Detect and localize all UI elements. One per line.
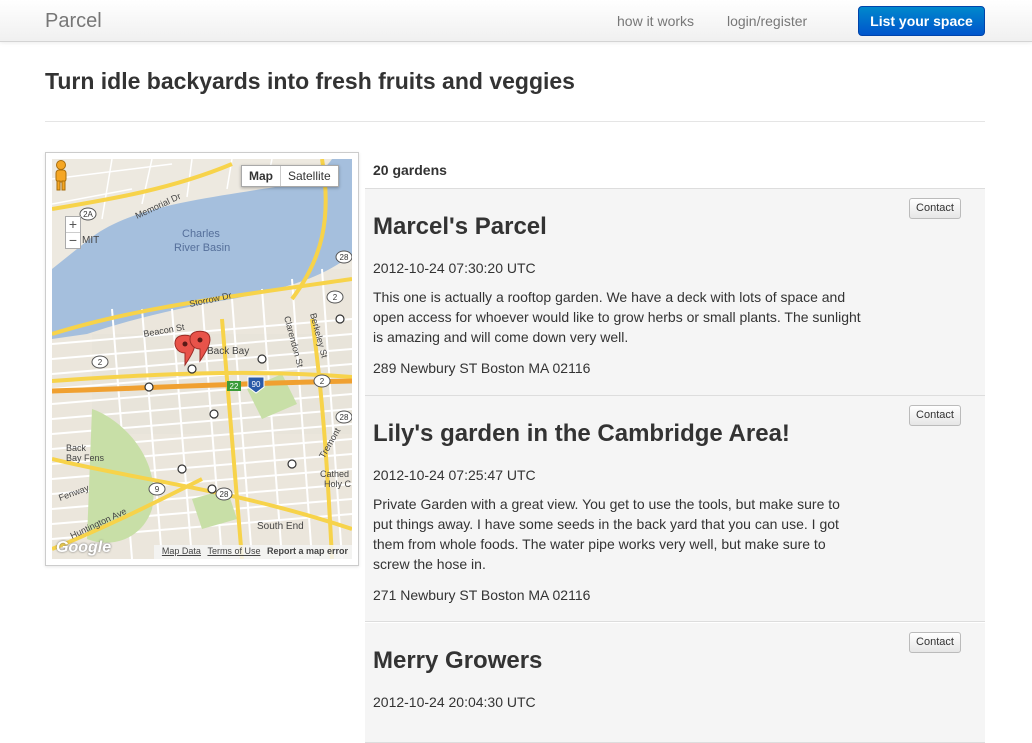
svg-text:28: 28 bbox=[220, 490, 229, 499]
zoom-out-button[interactable]: − bbox=[66, 233, 80, 248]
map-type-control: Map Satellite bbox=[241, 165, 339, 187]
garden-name[interactable]: Lily's garden in the Cambridge Area! bbox=[373, 420, 790, 448]
garden-card: Contact Merry Growers 2012-10-24 20:04:3… bbox=[365, 623, 985, 743]
map-data-link[interactable]: Map Data bbox=[162, 546, 201, 556]
svg-text:River Basin: River Basin bbox=[174, 242, 230, 254]
svg-text:22: 22 bbox=[230, 382, 239, 391]
svg-text:Holy C: Holy C bbox=[324, 479, 352, 489]
garden-address: 271 Newbury ST Boston MA 02116 bbox=[373, 587, 591, 603]
map-panel: Charles River Basin Memorial Dr Storrow … bbox=[45, 152, 359, 566]
garden-timestamp: 2012-10-24 07:30:20 UTC bbox=[373, 260, 536, 276]
garden-card: Contact Marcel's Parcel 2012-10-24 07:30… bbox=[365, 189, 985, 396]
garden-address: 289 Newbury ST Boston MA 02116 bbox=[373, 360, 591, 376]
brand-logo[interactable]: Parcel bbox=[45, 10, 102, 33]
svg-text:2: 2 bbox=[333, 293, 338, 302]
contact-button[interactable]: Contact bbox=[909, 405, 961, 426]
garden-card: Contact Lily's garden in the Cambridge A… bbox=[365, 396, 985, 622]
google-logo[interactable]: Google bbox=[56, 539, 111, 557]
garden-description: Private Garden with a great view. You ge… bbox=[373, 496, 840, 572]
report-map-error-link[interactable]: Report a map error bbox=[267, 546, 348, 556]
svg-text:28: 28 bbox=[340, 253, 349, 262]
contact-button[interactable]: Contact bbox=[909, 198, 961, 219]
contact-button[interactable]: Contact bbox=[909, 632, 961, 653]
divider bbox=[45, 121, 985, 122]
svg-text:2: 2 bbox=[98, 358, 103, 367]
garden-description: This one is actually a rooftop garden. W… bbox=[373, 289, 861, 345]
pegman-icon[interactable] bbox=[52, 159, 70, 191]
navbar: Parcel how it works login/register List … bbox=[0, 0, 1032, 42]
list-your-space-button[interactable]: List your space bbox=[858, 6, 985, 36]
svg-text:MIT: MIT bbox=[82, 235, 99, 246]
map-footer-links: Map Data Terms of Use Report a map error bbox=[153, 545, 352, 559]
zoom-in-button[interactable]: + bbox=[66, 217, 80, 233]
garden-name[interactable]: Marcel's Parcel bbox=[373, 213, 547, 241]
map-footer: Google Map Data Terms of Use Report a ma… bbox=[52, 539, 352, 559]
garden-count: 20 gardens bbox=[373, 162, 447, 178]
map-tiles: Charles River Basin Memorial Dr Storrow … bbox=[52, 159, 352, 559]
garden-name[interactable]: Merry Growers bbox=[373, 647, 542, 675]
garden-timestamp: 2012-10-24 20:04:30 UTC bbox=[373, 694, 536, 710]
svg-text:Cathed: Cathed bbox=[320, 469, 349, 479]
svg-text:2A: 2A bbox=[83, 210, 93, 219]
map-label-river: Charles bbox=[182, 228, 220, 240]
svg-text:Back Bay: Back Bay bbox=[207, 346, 249, 357]
svg-text:Back: Back bbox=[66, 443, 87, 453]
svg-text:2: 2 bbox=[320, 377, 325, 386]
terms-of-use-link[interactable]: Terms of Use bbox=[207, 546, 260, 556]
garden-timestamp: 2012-10-24 07:25:47 UTC bbox=[373, 467, 536, 483]
nav-link-login-register[interactable]: login/register bbox=[727, 13, 807, 29]
svg-text:9: 9 bbox=[155, 485, 160, 494]
nav-link-how-it-works[interactable]: how it works bbox=[617, 13, 694, 29]
svg-text:90: 90 bbox=[252, 380, 261, 389]
map-type-map-button[interactable]: Map bbox=[242, 166, 281, 186]
map[interactable]: Charles River Basin Memorial Dr Storrow … bbox=[52, 159, 352, 559]
zoom-control: + − bbox=[65, 216, 81, 249]
page-title: Turn idle backyards into fresh fruits an… bbox=[45, 68, 575, 94]
svg-text:South End: South End bbox=[257, 521, 304, 532]
map-type-satellite-button[interactable]: Satellite bbox=[281, 166, 338, 186]
svg-text:28: 28 bbox=[340, 413, 349, 422]
svg-text:Bay Fens: Bay Fens bbox=[66, 453, 105, 463]
